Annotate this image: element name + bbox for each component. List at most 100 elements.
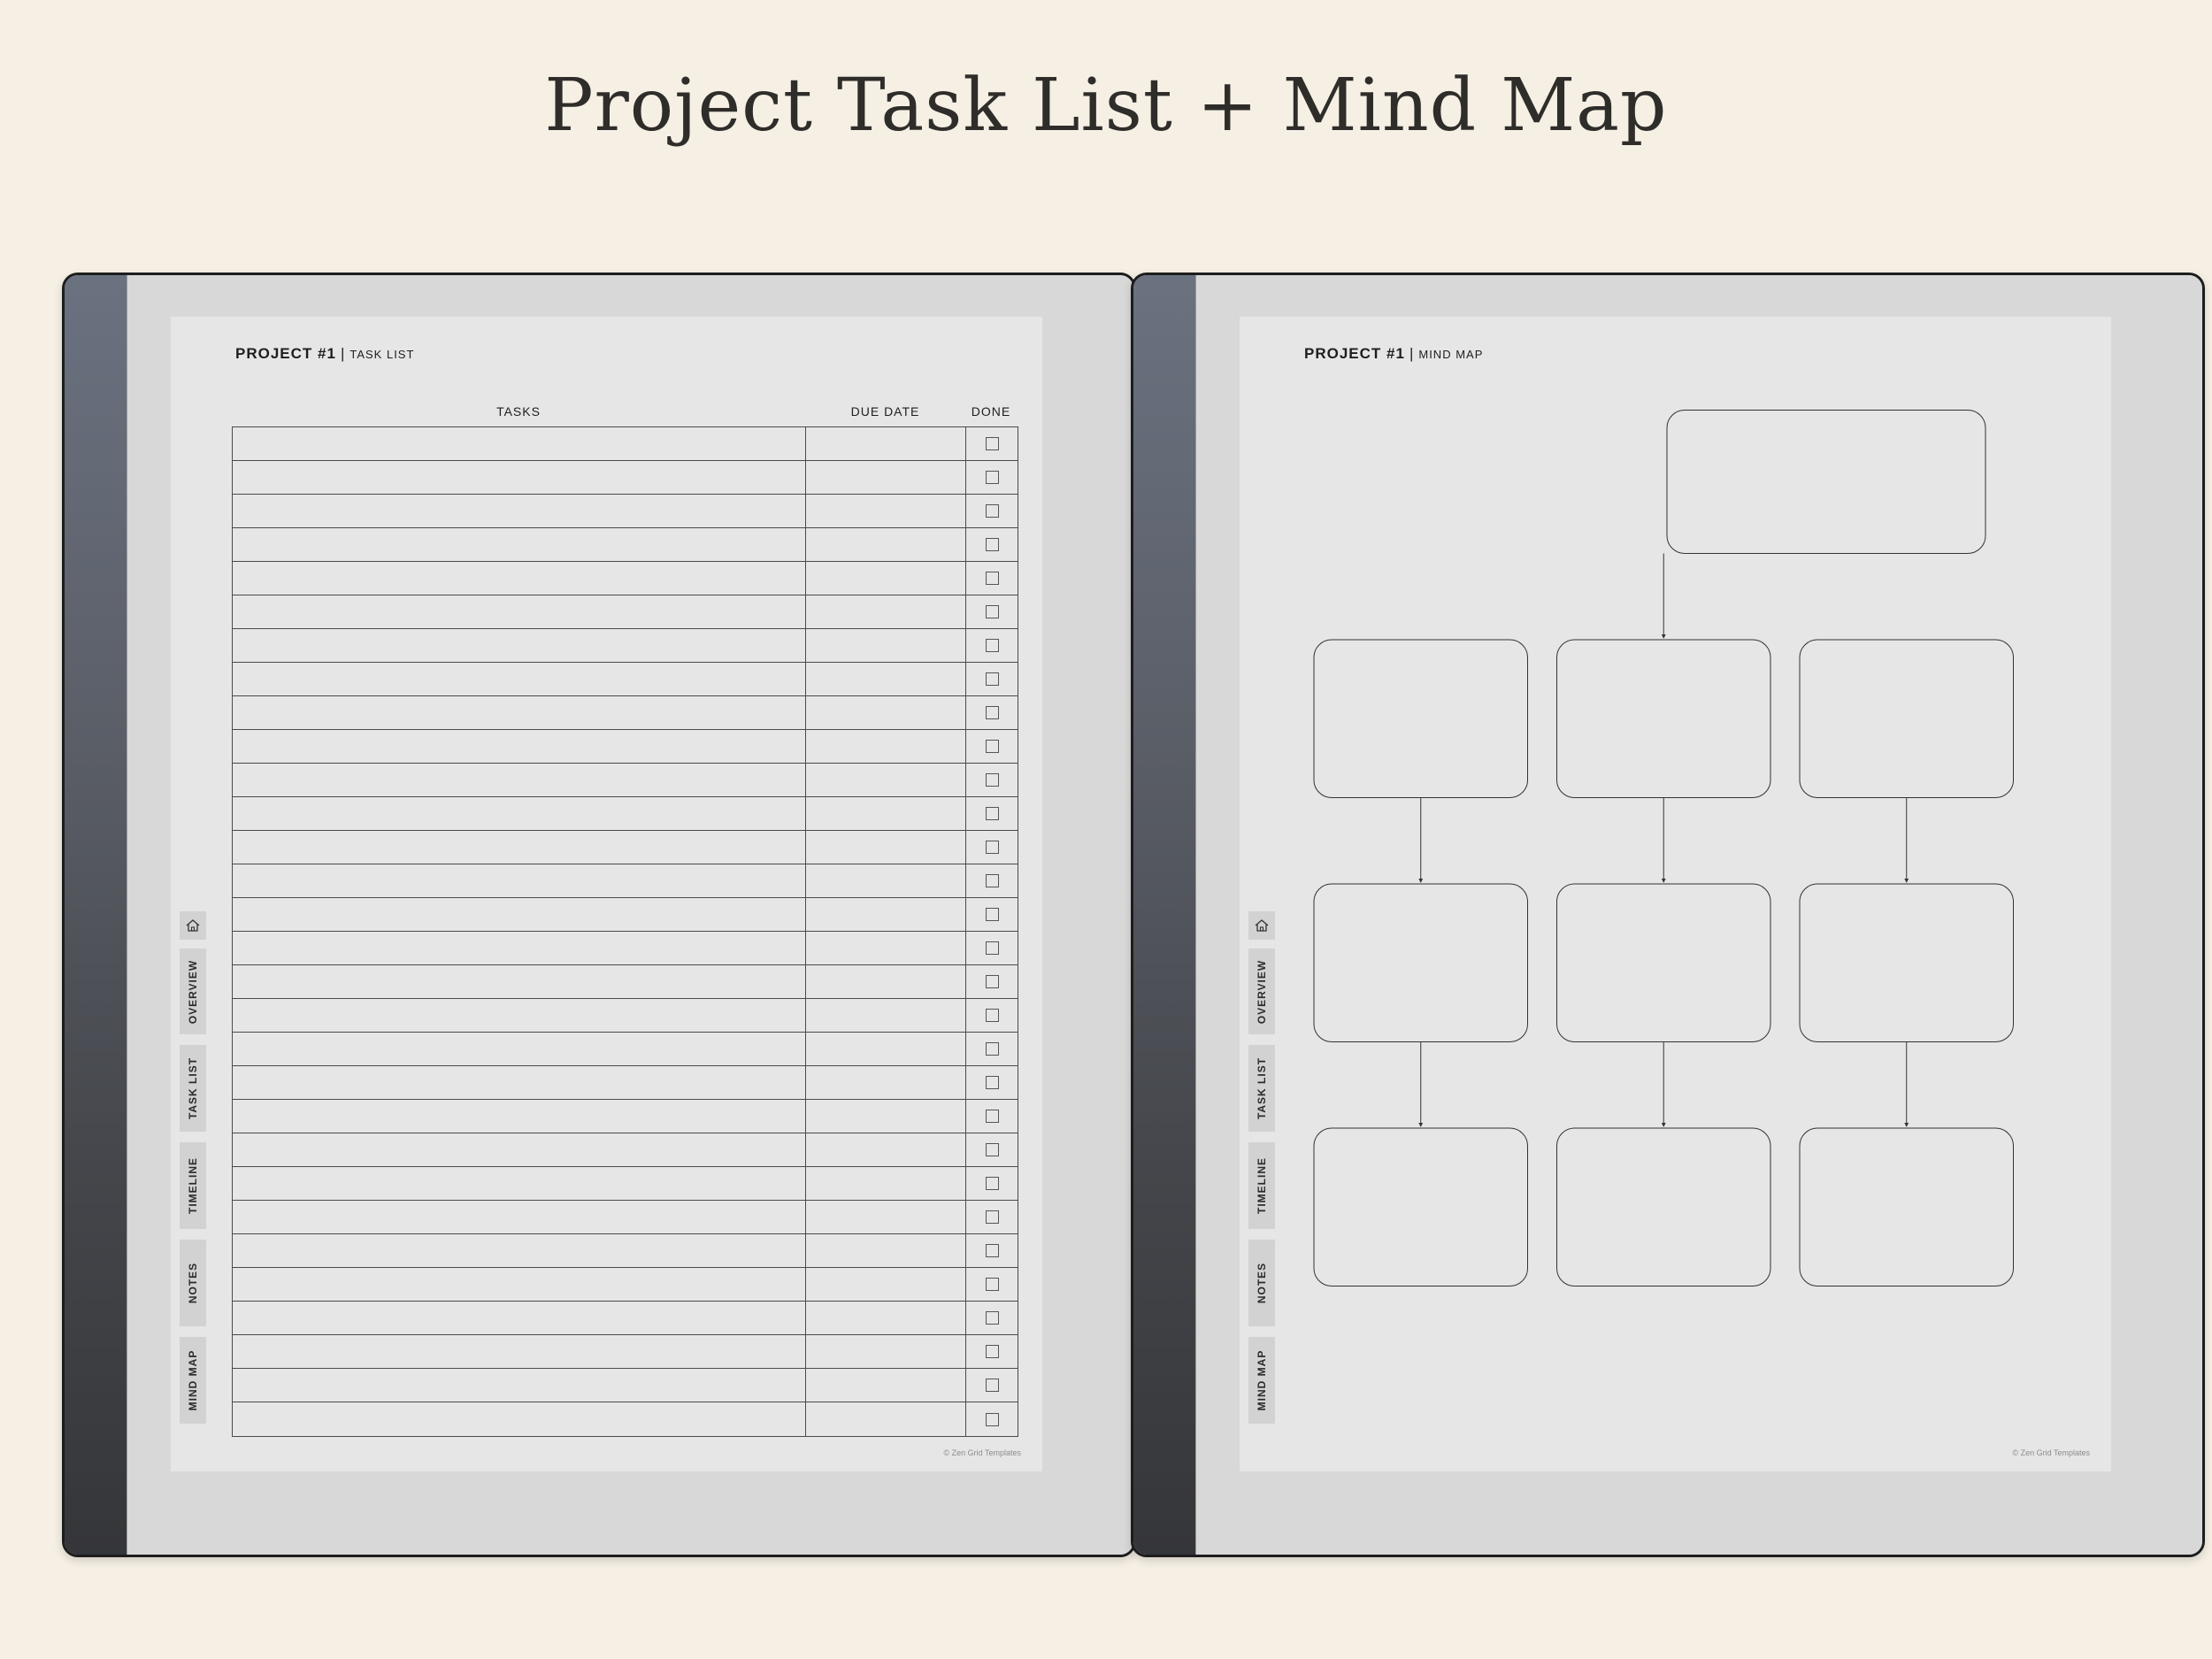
due-date-cell[interactable] [806, 696, 966, 729]
mind-map-node[interactable] [1313, 639, 1528, 798]
task-cell[interactable] [233, 1201, 806, 1233]
due-date-cell[interactable] [806, 1268, 966, 1301]
done-checkbox[interactable] [985, 706, 999, 719]
home-tab[interactable] [180, 911, 206, 940]
due-date-cell[interactable] [806, 461, 966, 494]
due-date-cell[interactable] [806, 427, 966, 460]
task-cell[interactable] [233, 1100, 806, 1133]
done-checkbox[interactable] [985, 639, 999, 652]
due-date-cell[interactable] [806, 932, 966, 964]
home-tab[interactable] [1248, 911, 1275, 940]
tab-mind-map[interactable]: MIND MAP [1248, 1337, 1275, 1424]
done-checkbox[interactable] [985, 1210, 999, 1224]
due-date-cell[interactable] [806, 1167, 966, 1200]
mind-map-node[interactable] [1556, 1127, 1771, 1286]
mind-map-node[interactable] [1556, 639, 1771, 798]
done-checkbox[interactable] [985, 1379, 999, 1392]
done-checkbox[interactable] [985, 841, 999, 854]
due-date-cell[interactable] [806, 1234, 966, 1267]
due-date-cell[interactable] [806, 562, 966, 595]
task-cell[interactable] [233, 1302, 806, 1334]
tab-overview[interactable]: OVERVIEW [1248, 949, 1275, 1034]
due-date-cell[interactable] [806, 1033, 966, 1065]
done-checkbox[interactable] [985, 504, 999, 518]
due-date-cell[interactable] [806, 797, 966, 830]
mind-map-canvas[interactable] [1240, 317, 2111, 1471]
tab-timeline[interactable]: TIMELINE [180, 1142, 206, 1229]
task-cell[interactable] [233, 562, 806, 595]
due-date-cell[interactable] [806, 495, 966, 527]
task-cell[interactable] [233, 797, 806, 830]
due-date-cell[interactable] [806, 730, 966, 763]
task-cell[interactable] [233, 1234, 806, 1267]
task-cell[interactable] [233, 1167, 806, 1200]
task-cell[interactable] [233, 932, 806, 964]
task-cell[interactable] [233, 461, 806, 494]
done-checkbox[interactable] [985, 773, 999, 787]
task-cell[interactable] [233, 999, 806, 1032]
due-date-cell[interactable] [806, 663, 966, 695]
mind-map-node[interactable] [1799, 883, 2014, 1042]
tab-mind-map[interactable]: MIND MAP [180, 1337, 206, 1424]
done-checkbox[interactable] [985, 572, 999, 585]
due-date-cell[interactable] [806, 1201, 966, 1233]
done-checkbox[interactable] [985, 874, 999, 887]
due-date-cell[interactable] [806, 764, 966, 796]
task-cell[interactable] [233, 663, 806, 695]
task-cell[interactable] [233, 595, 806, 628]
due-date-cell[interactable] [806, 1335, 966, 1368]
due-date-cell[interactable] [806, 1402, 966, 1436]
due-date-cell[interactable] [806, 1133, 966, 1166]
due-date-cell[interactable] [806, 1066, 966, 1099]
done-checkbox[interactable] [985, 1177, 999, 1190]
due-date-cell[interactable] [806, 1302, 966, 1334]
task-cell[interactable] [233, 730, 806, 763]
tab-task-list[interactable]: TASK LIST [180, 1045, 206, 1132]
task-cell[interactable] [233, 864, 806, 897]
task-cell[interactable] [233, 898, 806, 931]
done-checkbox[interactable] [985, 1412, 999, 1426]
due-date-cell[interactable] [806, 965, 966, 998]
due-date-cell[interactable] [806, 831, 966, 864]
task-cell[interactable] [233, 427, 806, 460]
task-cell[interactable] [233, 1369, 806, 1402]
mind-map-root-node[interactable] [1666, 410, 1986, 554]
task-cell[interactable] [233, 1335, 806, 1368]
done-checkbox[interactable] [985, 1311, 999, 1325]
task-cell[interactable] [233, 1033, 806, 1065]
task-cell[interactable] [233, 764, 806, 796]
task-cell[interactable] [233, 495, 806, 527]
done-checkbox[interactable] [985, 538, 999, 551]
done-checkbox[interactable] [985, 471, 999, 484]
done-checkbox[interactable] [985, 1076, 999, 1089]
due-date-cell[interactable] [806, 1369, 966, 1402]
tab-notes[interactable]: NOTES [180, 1240, 206, 1326]
done-checkbox[interactable] [985, 807, 999, 820]
done-checkbox[interactable] [985, 1143, 999, 1156]
mind-map-node[interactable] [1799, 1127, 2014, 1286]
done-checkbox[interactable] [985, 437, 999, 450]
task-cell[interactable] [233, 629, 806, 662]
due-date-cell[interactable] [806, 898, 966, 931]
done-checkbox[interactable] [985, 1278, 999, 1291]
done-checkbox[interactable] [985, 740, 999, 753]
mind-map-node[interactable] [1313, 1127, 1528, 1286]
due-date-cell[interactable] [806, 528, 966, 561]
task-cell[interactable] [233, 831, 806, 864]
due-date-cell[interactable] [806, 629, 966, 662]
due-date-cell[interactable] [806, 864, 966, 897]
done-checkbox[interactable] [985, 1345, 999, 1358]
mind-map-node[interactable] [1556, 883, 1771, 1042]
tab-notes[interactable]: NOTES [1248, 1240, 1275, 1326]
done-checkbox[interactable] [985, 1244, 999, 1257]
tab-overview[interactable]: OVERVIEW [180, 949, 206, 1034]
task-cell[interactable] [233, 1402, 806, 1436]
task-cell[interactable] [233, 965, 806, 998]
due-date-cell[interactable] [806, 595, 966, 628]
due-date-cell[interactable] [806, 1100, 966, 1133]
task-cell[interactable] [233, 696, 806, 729]
done-checkbox[interactable] [985, 605, 999, 618]
mind-map-node[interactable] [1313, 883, 1528, 1042]
done-checkbox[interactable] [985, 1110, 999, 1123]
tab-timeline[interactable]: TIMELINE [1248, 1142, 1275, 1229]
